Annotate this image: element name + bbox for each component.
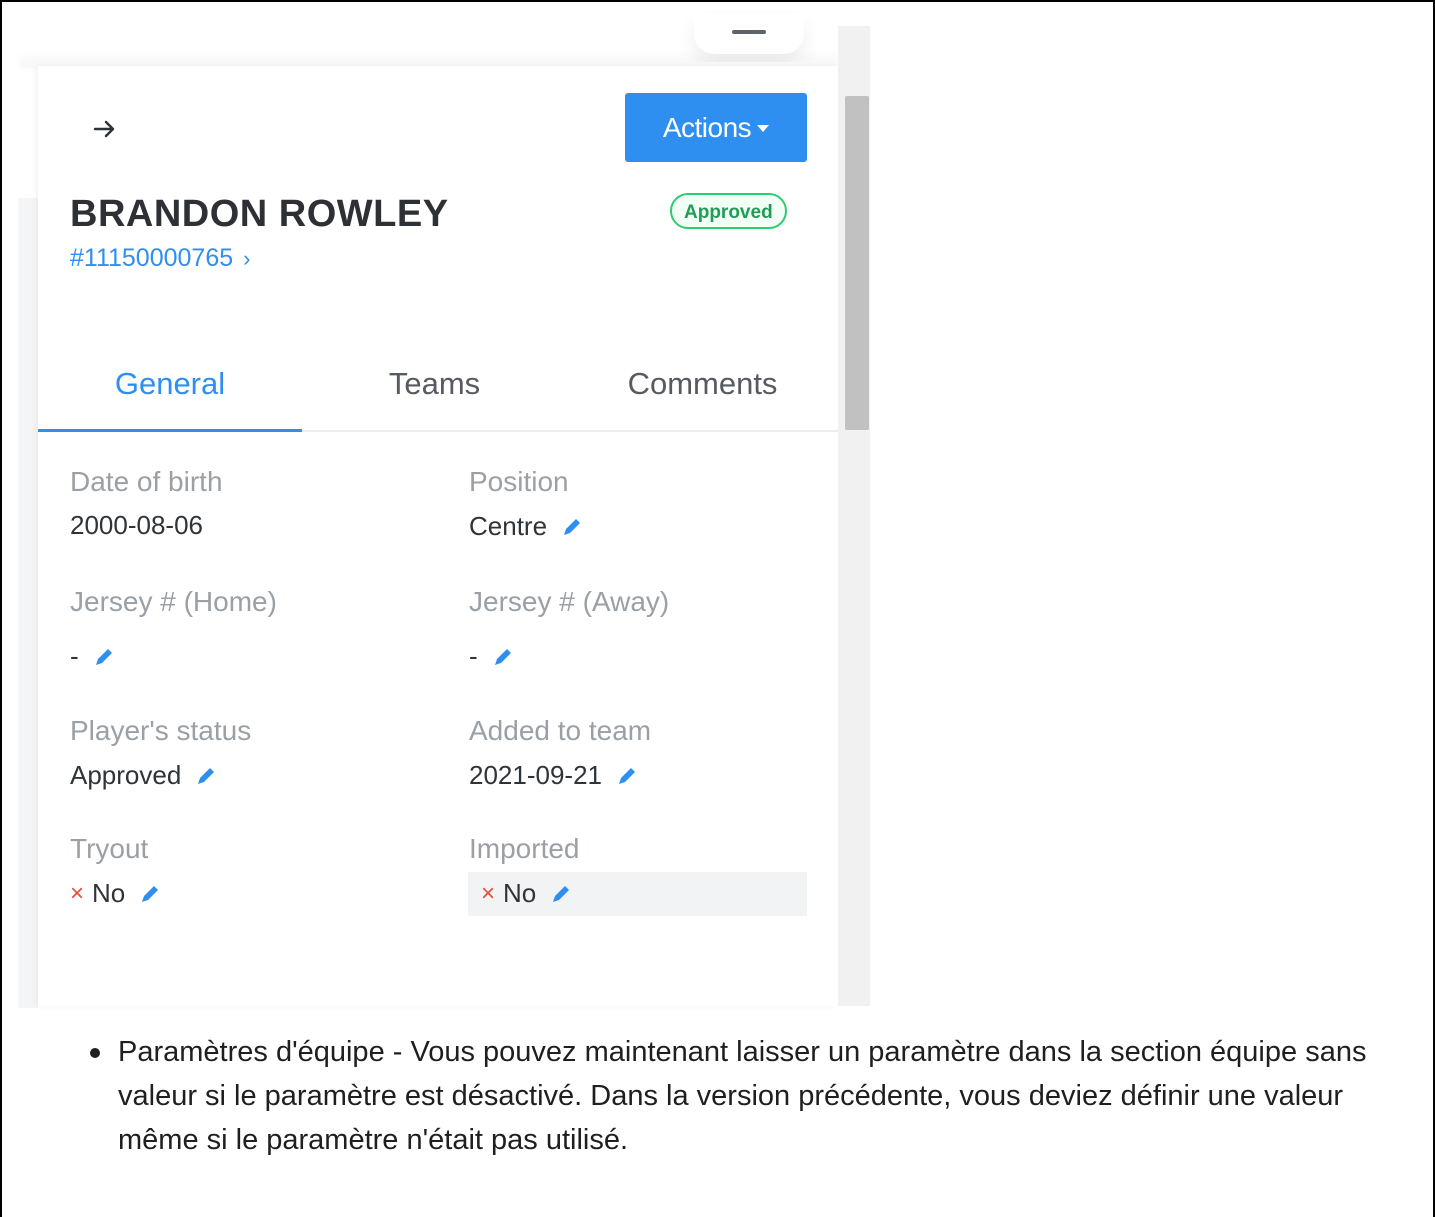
- caret-down-icon: [757, 125, 770, 132]
- imported-value-text: No: [503, 878, 537, 908]
- jersey-away-value: -: [469, 641, 514, 672]
- release-note-text: Paramètres d'équipe - Vous pouvez mainte…: [118, 1036, 1367, 1156]
- player-id-text: #11150000765: [70, 244, 234, 272]
- close-x-icon: ×: [70, 879, 85, 907]
- tab-teams[interactable]: Teams: [302, 360, 567, 430]
- dob-value: 2000-08-06: [70, 510, 203, 541]
- close-x-icon: ×: [481, 879, 496, 907]
- pencil-icon[interactable]: [561, 516, 583, 538]
- pencil-icon[interactable]: [492, 646, 514, 668]
- imported-label: Imported: [469, 833, 580, 864]
- tab-comments[interactable]: Comments: [567, 360, 838, 430]
- jersey-home-value-text: -: [70, 641, 79, 671]
- pencil-icon[interactable]: [93, 646, 115, 668]
- tab-general[interactable]: General: [38, 360, 302, 432]
- user-avatar-tab[interactable]: [694, 14, 804, 54]
- jersey-home-label: Jersey # (Home): [70, 586, 277, 617]
- position-label: Position: [469, 466, 569, 497]
- jersey-away-label: Jersey # (Away): [469, 586, 670, 617]
- pencil-icon[interactable]: [616, 765, 638, 787]
- tab-bar: General Teams Comments: [38, 360, 838, 432]
- player-name: BRANDON ROWLEY: [70, 193, 449, 235]
- added-to-team-value-text: 2021-09-21: [469, 760, 602, 790]
- added-to-team-label: Added to team: [469, 715, 652, 746]
- bullet-dot: [90, 1048, 100, 1058]
- position-value: Centre: [469, 511, 583, 542]
- tryout-value: × No: [70, 878, 161, 909]
- actions-button-label: Actions: [662, 111, 752, 143]
- close-panel-button[interactable]: [88, 114, 122, 144]
- player-status-label: Player's status: [70, 715, 252, 746]
- player-status-value: Approved: [70, 760, 217, 791]
- scrollbar-thumb[interactable]: [845, 96, 869, 430]
- dob-label: Date of birth: [70, 466, 223, 497]
- imported-value: × No: [481, 878, 572, 909]
- background-page-strip: [18, 198, 38, 1008]
- dob-value-text: 2000-08-06: [70, 510, 203, 540]
- added-to-team-value: 2021-09-21: [469, 760, 638, 791]
- jersey-away-value-text: -: [469, 641, 478, 671]
- player-status-value-text: Approved: [70, 760, 182, 790]
- player-id-link[interactable]: #11150000765 ›: [70, 244, 250, 273]
- tryout-label: Tryout: [70, 833, 149, 864]
- actions-dropdown-button[interactable]: Actions: [625, 93, 807, 162]
- pencil-icon[interactable]: [550, 883, 572, 905]
- release-note-bullet: Paramètres d'équipe - Vous pouvez mainte…: [80, 1030, 1410, 1162]
- jersey-home-value: -: [70, 641, 115, 672]
- status-badge: Approved: [670, 193, 787, 229]
- tryout-value-text: No: [92, 878, 126, 908]
- position-value-text: Centre: [469, 511, 548, 541]
- arrow-right-icon: [93, 120, 115, 138]
- pencil-icon[interactable]: [139, 883, 161, 905]
- pencil-icon[interactable]: [195, 765, 217, 787]
- chevron-right-icon: ›: [243, 245, 251, 271]
